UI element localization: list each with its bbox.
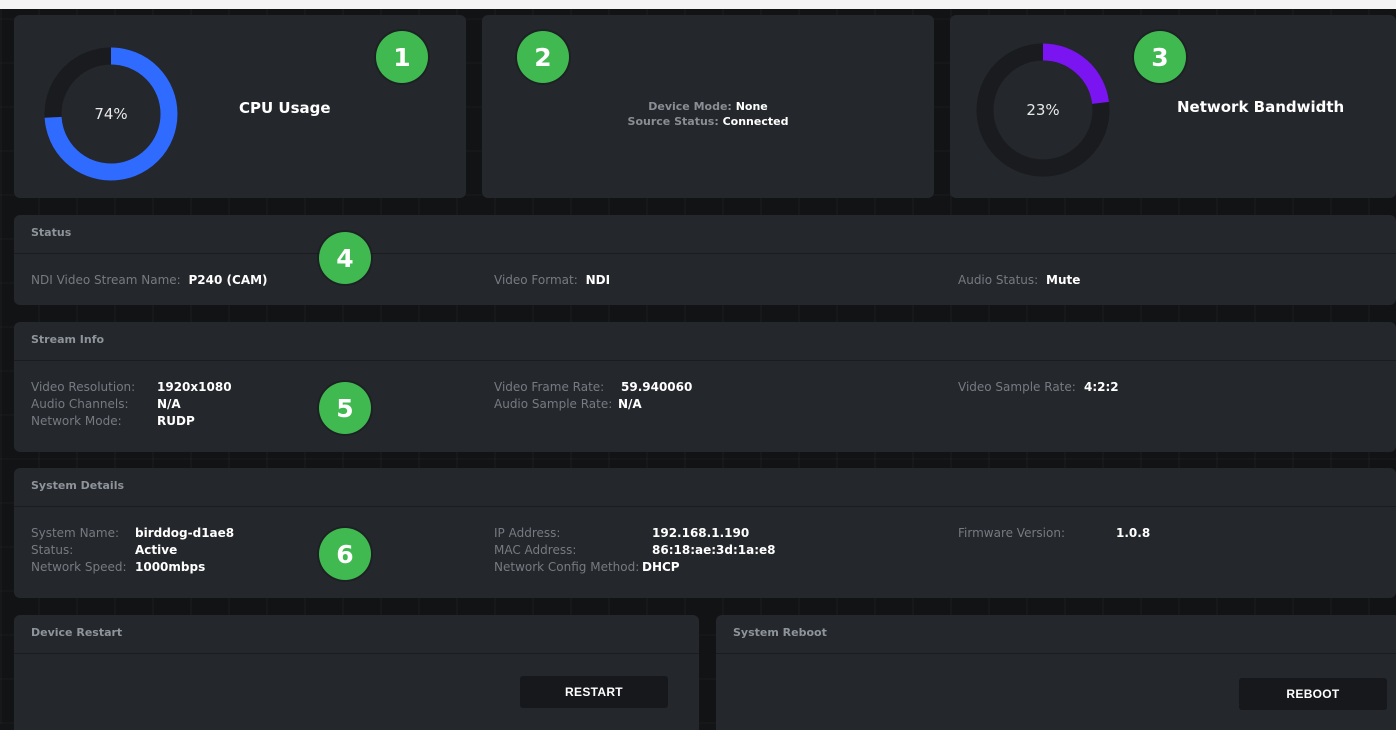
system-details-col-1: System Name: birddog-d1ae8 Status: Active … bbox=[31, 525, 234, 576]
info-row: Audio Sample Rate: N/A bbox=[494, 396, 692, 413]
firmware-version-label: Firmware Version: bbox=[958, 526, 1065, 540]
stream-info-col-3: Video Sample Rate: 4:2:2 bbox=[958, 379, 1119, 396]
info-row: Network Config Method: DHCP bbox=[494, 559, 776, 576]
device-info: Device Mode: None Source Status: Connect… bbox=[482, 99, 934, 129]
system-reboot-card: System Reboot REBOOT bbox=[716, 615, 1396, 730]
audio-status-label: Audio Status: bbox=[958, 273, 1039, 287]
info-row: System Name: birddog-d1ae8 bbox=[31, 525, 234, 542]
audio-status-field: Audio Status: Mute bbox=[958, 272, 1080, 289]
callout-badge-5: 5 bbox=[319, 382, 371, 434]
cpu-usage-label: CPU Usage bbox=[239, 99, 331, 117]
info-row: MAC Address: 86:18:ae:3d:1a:e8 bbox=[494, 542, 776, 559]
audio-channels-label: Audio Channels: bbox=[31, 397, 129, 411]
device-restart-title: Device Restart bbox=[31, 626, 123, 639]
mac-address-value: 86:18:ae:3d:1a:e8 bbox=[652, 543, 776, 557]
stream-info-col-2: Video Frame Rate: 59.940060 Audio Sample … bbox=[494, 379, 692, 413]
callout-badge-4: 4 bbox=[319, 232, 371, 284]
info-row: Video Sample Rate: 4:2:2 bbox=[958, 379, 1119, 396]
system-name-value: birddog-d1ae8 bbox=[135, 526, 235, 540]
cpu-usage-percent: 74% bbox=[94, 105, 128, 123]
stream-name-label: NDI Video Stream Name: bbox=[31, 273, 181, 287]
video-sample-rate-value: 4:2:2 bbox=[1084, 380, 1119, 394]
restart-button[interactable]: RESTART bbox=[520, 676, 668, 708]
system-details-col-3: Firmware Version: 1.0.8 bbox=[958, 525, 1150, 542]
system-details-title: System Details bbox=[31, 479, 125, 492]
video-format-label: Video Format: bbox=[494, 273, 578, 287]
cpu-usage-donut: 74% bbox=[36, 39, 186, 189]
device-restart-card: Device Restart RESTART bbox=[14, 615, 699, 730]
info-row: Video Resolution: 1920x1080 bbox=[31, 379, 232, 396]
audio-sample-rate-value: N/A bbox=[618, 397, 642, 411]
network-bandwidth-donut: 23% bbox=[968, 35, 1118, 185]
network-bandwidth-card: 23% Network Bandwidth 3 bbox=[950, 15, 1396, 198]
video-resolution-value: 1920x1080 bbox=[157, 380, 232, 394]
source-status-value: Connected bbox=[722, 115, 789, 128]
ip-address-value: 192.168.1.190 bbox=[652, 526, 750, 540]
system-reboot-title: System Reboot bbox=[733, 626, 827, 639]
ip-address-label: IP Address: bbox=[494, 526, 561, 540]
system-details-card: System Details 6 System Name: birddog-d1a… bbox=[14, 468, 1396, 598]
system-status-label: Status: bbox=[31, 543, 74, 557]
stream-info-col-1: Video Resolution: 1920x1080 Audio Channel… bbox=[31, 379, 232, 430]
stream-name-value: P240 (CAM) bbox=[188, 273, 268, 287]
status-card: Status 4 NDI Video Stream Name: P240 (CA… bbox=[14, 215, 1396, 305]
stream-info-card: Stream Info 5 Video Resolution: 1920x1080… bbox=[14, 322, 1396, 452]
callout-badge-6: 6 bbox=[319, 528, 371, 580]
source-status-label: Source Status: bbox=[627, 115, 719, 128]
system-name-label: System Name: bbox=[31, 526, 120, 540]
divider bbox=[14, 360, 1396, 361]
video-resolution-label: Video Resolution: bbox=[31, 380, 136, 394]
callout-badge-3: 3 bbox=[1134, 31, 1186, 83]
info-row: Video Frame Rate: 59.940060 bbox=[494, 379, 692, 396]
video-sample-rate-label: Video Sample Rate: bbox=[958, 380, 1076, 394]
network-config-label: Network Config Method: bbox=[494, 560, 640, 574]
divider bbox=[716, 653, 1396, 654]
video-format-field: Video Format: NDI bbox=[494, 272, 610, 289]
device-mode-label: Device Mode: bbox=[648, 100, 732, 113]
info-row: IP Address: 192.168.1.190 bbox=[494, 525, 776, 542]
network-bandwidth-label: Network Bandwidth bbox=[1177, 98, 1345, 116]
network-mode-label: Network Mode: bbox=[31, 414, 122, 428]
device-mode-value: None bbox=[735, 100, 768, 113]
audio-channels-value: N/A bbox=[157, 397, 181, 411]
info-row: Network Mode: RUDP bbox=[31, 413, 232, 430]
divider bbox=[14, 653, 699, 654]
divider bbox=[14, 506, 1396, 507]
frame-rate-value: 59.940060 bbox=[621, 380, 693, 394]
device-status-card: 2 Device Mode: None Source Status: Conne… bbox=[482, 15, 934, 198]
stream-info-title: Stream Info bbox=[31, 333, 105, 346]
top-edge bbox=[0, 0, 1396, 9]
status-title: Status bbox=[31, 226, 72, 239]
stream-name-field: NDI Video Stream Name: P240 (CAM) bbox=[31, 272, 268, 289]
reboot-button[interactable]: REBOOT bbox=[1239, 678, 1387, 710]
audio-sample-rate-label: Audio Sample Rate: bbox=[494, 397, 613, 411]
info-row: Audio Channels: N/A bbox=[31, 396, 232, 413]
firmware-version-value: 1.0.8 bbox=[1116, 526, 1151, 540]
system-status-value: Active bbox=[135, 543, 178, 557]
audio-status-value: Mute bbox=[1046, 273, 1081, 287]
frame-rate-label: Video Frame Rate: bbox=[494, 380, 605, 394]
info-row: Network Speed: 1000mbps bbox=[31, 559, 234, 576]
system-details-col-2: IP Address: 192.168.1.190 MAC Address: 86:… bbox=[494, 525, 776, 576]
network-speed-label: Network Speed: bbox=[31, 560, 127, 574]
callout-badge-2: 2 bbox=[517, 31, 569, 83]
video-format-value: NDI bbox=[585, 273, 611, 287]
network-mode-value: RUDP bbox=[157, 414, 195, 428]
cpu-usage-card: 74% CPU Usage 1 bbox=[14, 15, 466, 198]
network-config-value: DHCP bbox=[642, 560, 680, 574]
mac-address-label: MAC Address: bbox=[494, 543, 577, 557]
network-bandwidth-percent: 23% bbox=[1026, 101, 1060, 119]
info-row: Status: Active bbox=[31, 542, 234, 559]
network-speed-value: 1000mbps bbox=[135, 560, 206, 574]
callout-badge-1: 1 bbox=[376, 31, 428, 83]
divider bbox=[14, 253, 1396, 254]
info-row: Firmware Version: 1.0.8 bbox=[958, 525, 1150, 542]
